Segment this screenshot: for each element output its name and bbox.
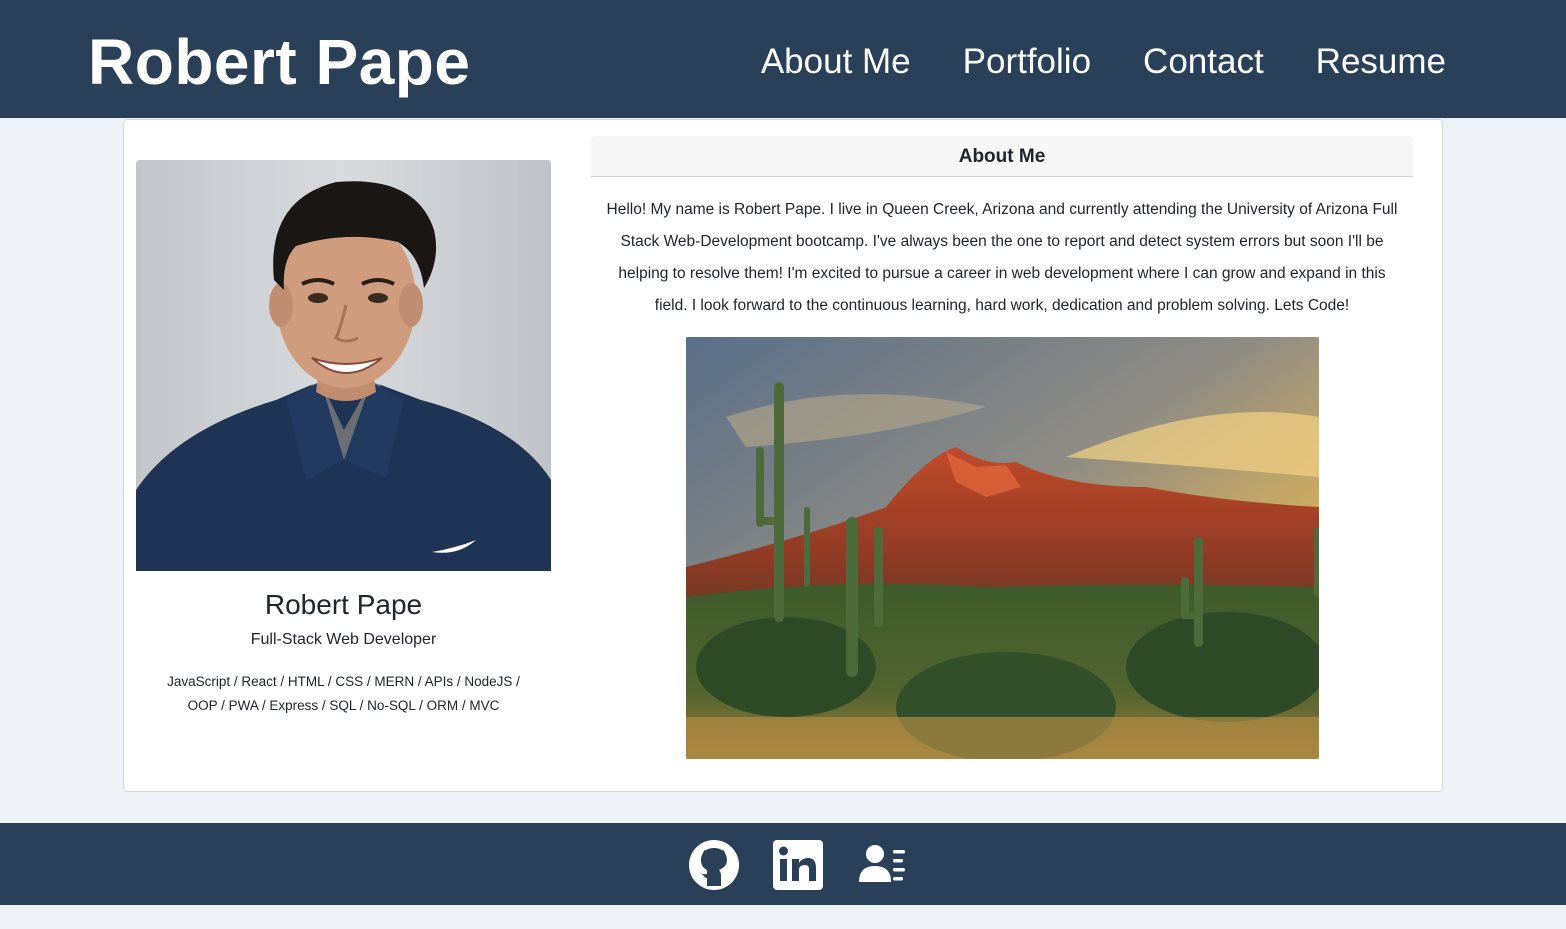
linkedin-icon[interactable] <box>771 838 825 892</box>
nav-link-contact[interactable]: Contact <box>1143 38 1264 86</box>
about-heading: About Me <box>591 136 1413 177</box>
nav-links: About Me Portfolio Contact Resume <box>761 38 1446 86</box>
about-text: Hello! My name is Robert Pape. I live in… <box>606 201 1398 314</box>
footer-icons <box>687 838 909 892</box>
desert-landscape-image <box>686 337 1319 759</box>
navbar: Robert Pape About Me Portfolio Contact R… <box>0 0 1566 118</box>
github-icon[interactable] <box>687 838 741 892</box>
profile-skills: JavaScript / React / HTML / CSS / MERN /… <box>167 674 520 713</box>
nav-link-about-me[interactable]: About Me <box>761 38 911 86</box>
profile-photo <box>136 160 551 571</box>
nav-link-resume[interactable]: Resume <box>1316 38 1446 86</box>
nav-link-portfolio[interactable]: Portfolio <box>963 38 1091 86</box>
footer <box>0 823 1566 905</box>
main-card: Robert Pape Full-Stack Web Developer Jav… <box>123 119 1443 792</box>
profile-title: Full-Stack Web Developer <box>250 631 437 648</box>
resume-contact-icon[interactable] <box>855 838 909 892</box>
profile-name: Robert Pape <box>264 589 423 620</box>
brand-name[interactable]: Robert Pape <box>88 22 470 102</box>
